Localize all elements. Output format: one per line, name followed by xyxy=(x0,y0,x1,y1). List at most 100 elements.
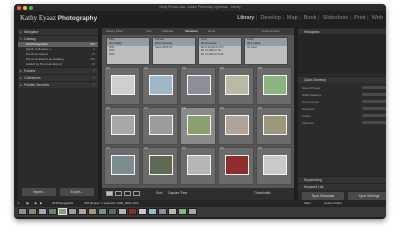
photo-thumbnail[interactable] xyxy=(149,155,173,175)
filter-tab-attribute[interactable]: Attribute xyxy=(162,28,173,35)
module-print[interactable]: Print xyxy=(354,15,366,21)
metadata-column-lens[interactable]: Lens All (3 Lenses) EF-S 10-22mm f/3.5 E… xyxy=(198,37,242,65)
filter-tab-none[interactable]: None xyxy=(208,28,215,35)
filter-tab-metadata[interactable]: Metadata xyxy=(185,28,198,35)
filmstrip-thumbnail-selected[interactable] xyxy=(58,208,67,215)
thumbnail-cell[interactable]: 194 xyxy=(218,67,254,105)
filmstrip-thumbnail[interactable] xyxy=(78,208,87,215)
column-item[interactable]: EF 70-200mm f/2.8L xyxy=(199,53,241,57)
filmstrip-thumbnail[interactable] xyxy=(48,208,57,215)
exposure-stepper[interactable] xyxy=(362,107,386,111)
thumbnail-cell[interactable]: 197 xyxy=(142,107,178,145)
thumbnail-cell-selected[interactable]: 198 xyxy=(180,107,216,145)
keywording-header[interactable]: Keywording xyxy=(298,176,386,183)
compare-view-icon[interactable] xyxy=(124,191,131,196)
filmstrip-thumbnail[interactable] xyxy=(118,208,127,215)
thumbnail-cell[interactable]: 199 xyxy=(218,107,254,145)
module-web[interactable]: Web xyxy=(372,15,383,21)
thumbnail-cell[interactable]: 192 xyxy=(142,67,178,105)
white-balance-dropdown[interactable] xyxy=(362,93,386,97)
sync-metadata-button[interactable]: Sync Metadata xyxy=(302,192,344,200)
photo-thumbnail[interactable] xyxy=(263,155,287,175)
photo-thumbnail[interactable] xyxy=(149,75,173,95)
auto-tone-button[interactable] xyxy=(362,100,386,104)
custom-filter-preset[interactable]: Custom Filter xyxy=(262,28,280,35)
sort-dropdown[interactable]: Capture Time xyxy=(168,191,187,195)
filmstrip-thumbnail[interactable] xyxy=(128,208,137,215)
thumbnail-cell[interactable]: 193 xyxy=(180,67,216,105)
module-develop[interactable]: Develop xyxy=(260,15,281,21)
add-publish-service-icon[interactable]: + xyxy=(93,82,95,88)
filmstrip-thumbnail[interactable] xyxy=(168,208,177,215)
photo-thumbnail[interactable] xyxy=(187,75,211,95)
expand-triangle-icon: ▸ xyxy=(20,83,22,87)
thumbnail-cell[interactable]: 191 xyxy=(104,67,140,105)
saved-preset-dropdown[interactable] xyxy=(362,86,386,90)
photo-thumbnail[interactable] xyxy=(187,115,211,135)
filter-tab-text[interactable]: Text xyxy=(146,28,152,35)
publish-services-header[interactable]: ▸ Publish Services + xyxy=(18,81,98,88)
filmstrip-thumbnail[interactable] xyxy=(108,208,117,215)
navigator-header[interactable]: ▸ Navigator xyxy=(18,28,98,35)
clarity-stepper[interactable] xyxy=(362,114,386,118)
filmstrip-thumbnail[interactable] xyxy=(88,208,97,215)
filmstrip-thumbnail[interactable] xyxy=(158,208,167,215)
photo-thumbnail[interactable] xyxy=(225,115,249,135)
page-number[interactable]: 1 xyxy=(18,201,20,205)
filmstrip-thumbnail[interactable] xyxy=(68,208,77,215)
photo-thumbnail[interactable] xyxy=(111,155,135,175)
back-arrow-icon[interactable]: ◀ xyxy=(34,201,36,205)
column-item[interactable]: No Label xyxy=(245,46,287,50)
module-slideshow[interactable]: Slideshow xyxy=(323,15,349,21)
column-item[interactable]: 2013 xyxy=(107,53,149,57)
thumbnail-cell[interactable]: 204 xyxy=(218,147,254,185)
folders-header[interactable]: ▸ Folders + xyxy=(18,67,98,74)
module-library[interactable]: Library xyxy=(237,15,254,21)
filmstrip-thumbnail[interactable] xyxy=(138,208,147,215)
quick-develop-header[interactable]: Quick Develop xyxy=(298,76,386,83)
sync-settings-button[interactable]: Sync Settings xyxy=(348,192,386,200)
thumbnail-cell[interactable]: 202 xyxy=(142,147,178,185)
filmstrip-thumbnail[interactable] xyxy=(38,208,47,215)
grid-view-icon[interactable] xyxy=(106,191,113,196)
photo-thumbnail[interactable] xyxy=(111,115,135,135)
metadata-column-camera[interactable]: Camera All (2 Cameras) Canon EOS 7D xyxy=(152,37,196,65)
survey-view-icon[interactable] xyxy=(133,191,140,196)
collections-header[interactable]: ▸ Collections + xyxy=(18,74,98,81)
photo-thumbnail[interactable] xyxy=(263,75,287,95)
vibrance-stepper[interactable] xyxy=(362,121,386,125)
grid-icon[interactable]: ▦ xyxy=(26,201,29,205)
module-book[interactable]: Book xyxy=(304,15,317,21)
photo-thumbnail[interactable] xyxy=(263,115,287,135)
photo-thumbnail[interactable] xyxy=(111,75,135,95)
filmstrip-thumbnail[interactable] xyxy=(28,208,37,215)
filter-dropdown[interactable]: Custom Filter xyxy=(324,201,342,205)
source-label[interactable]: All Photographs xyxy=(52,201,73,205)
module-map[interactable]: Map xyxy=(287,15,298,21)
sort-label: Sort: xyxy=(156,191,163,195)
forward-arrow-icon[interactable]: ▶ xyxy=(40,201,42,205)
thumbnail-cell[interactable]: 201 xyxy=(104,147,140,185)
filmstrip-thumbnail[interactable] xyxy=(188,208,197,215)
filmstrip-thumbnail[interactable] xyxy=(98,208,107,215)
thumbnail-cell[interactable]: 200 xyxy=(256,107,292,145)
thumbnail-cell[interactable]: 196 xyxy=(104,107,140,145)
metadata-column-date[interactable]: Date All (1 Date) 2011 2012 2013 xyxy=(106,37,150,65)
filmstrip-thumbnail[interactable] xyxy=(18,208,27,215)
filmstrip-thumbnail[interactable] xyxy=(178,208,187,215)
loupe-view-icon[interactable] xyxy=(115,191,122,196)
keyword-list-header[interactable]: Keyword List xyxy=(298,183,386,190)
photo-thumbnail[interactable] xyxy=(187,155,211,175)
catalog-header[interactable]: ▾ Catalog xyxy=(18,35,98,42)
filmstrip-thumbnail[interactable] xyxy=(148,208,157,215)
export-button[interactable]: Export... xyxy=(60,188,94,196)
import-button[interactable]: Import... xyxy=(22,188,56,196)
photo-thumbnail[interactable] xyxy=(149,115,173,135)
photo-thumbnail[interactable] xyxy=(225,155,249,175)
metadata-column-label[interactable]: Label All (1 Label) No Label xyxy=(244,37,288,65)
thumbnail-cell[interactable]: 205 xyxy=(256,147,292,185)
photo-thumbnail[interactable] xyxy=(225,75,249,95)
thumbnail-cell[interactable]: 195 xyxy=(256,67,292,105)
thumbnail-cell[interactable]: 203 xyxy=(180,147,216,185)
column-item[interactable]: Canon EOS 7D xyxy=(153,46,195,50)
